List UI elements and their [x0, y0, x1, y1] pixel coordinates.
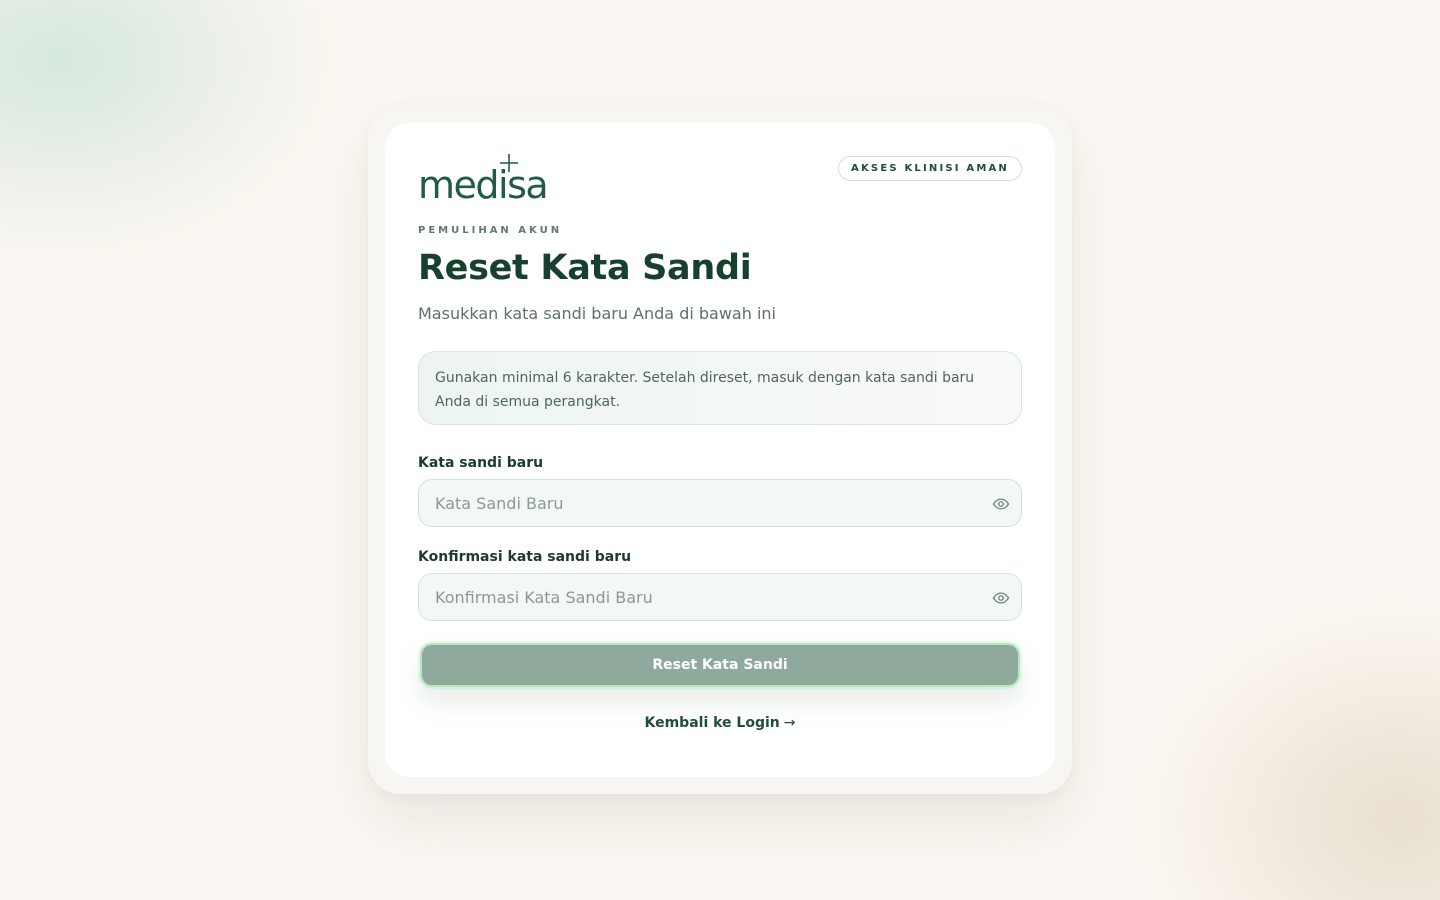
arrow-right-icon: → [783, 715, 796, 731]
new-password-input[interactable] [419, 480, 1021, 526]
logo-row: medisa AKSES KLINISI AMAN [418, 153, 1022, 205]
reset-password-card: medisa AKSES KLINISI AMAN PEMULIHAN AKUN… [385, 123, 1055, 777]
reset-password-button[interactable]: Reset Kata Sandi [420, 643, 1020, 687]
logo-wordmark: medisa [418, 163, 547, 205]
eye-icon[interactable] [992, 495, 1010, 513]
password-hint-box: Gunakan minimal 6 karakter. Setelah dire… [418, 351, 1022, 425]
eye-icon[interactable] [992, 589, 1010, 607]
confirm-password-label: Konfirmasi kata sandi baru [418, 549, 632, 565]
back-to-login-link[interactable]: Kembali ke Login → [418, 715, 1022, 731]
medisa-logo: medisa [418, 154, 549, 205]
new-password-field [418, 479, 1022, 527]
new-password-label: Kata sandi baru [418, 455, 544, 471]
confirm-password-field [418, 573, 1022, 621]
card-content: medisa AKSES KLINISI AMAN PEMULIHAN AKUN… [418, 153, 1022, 731]
page-title: Reset Kata Sandi [418, 248, 752, 288]
back-to-login-label: Kembali ke Login [644, 715, 780, 731]
section-eyebrow: PEMULIHAN AKUN [418, 225, 563, 236]
page-subtitle: Masukkan kata sandi baru Anda di bawah i… [418, 304, 776, 323]
secure-access-badge: AKSES KLINISI AMAN [838, 156, 1022, 181]
confirm-password-input[interactable] [419, 574, 1021, 620]
